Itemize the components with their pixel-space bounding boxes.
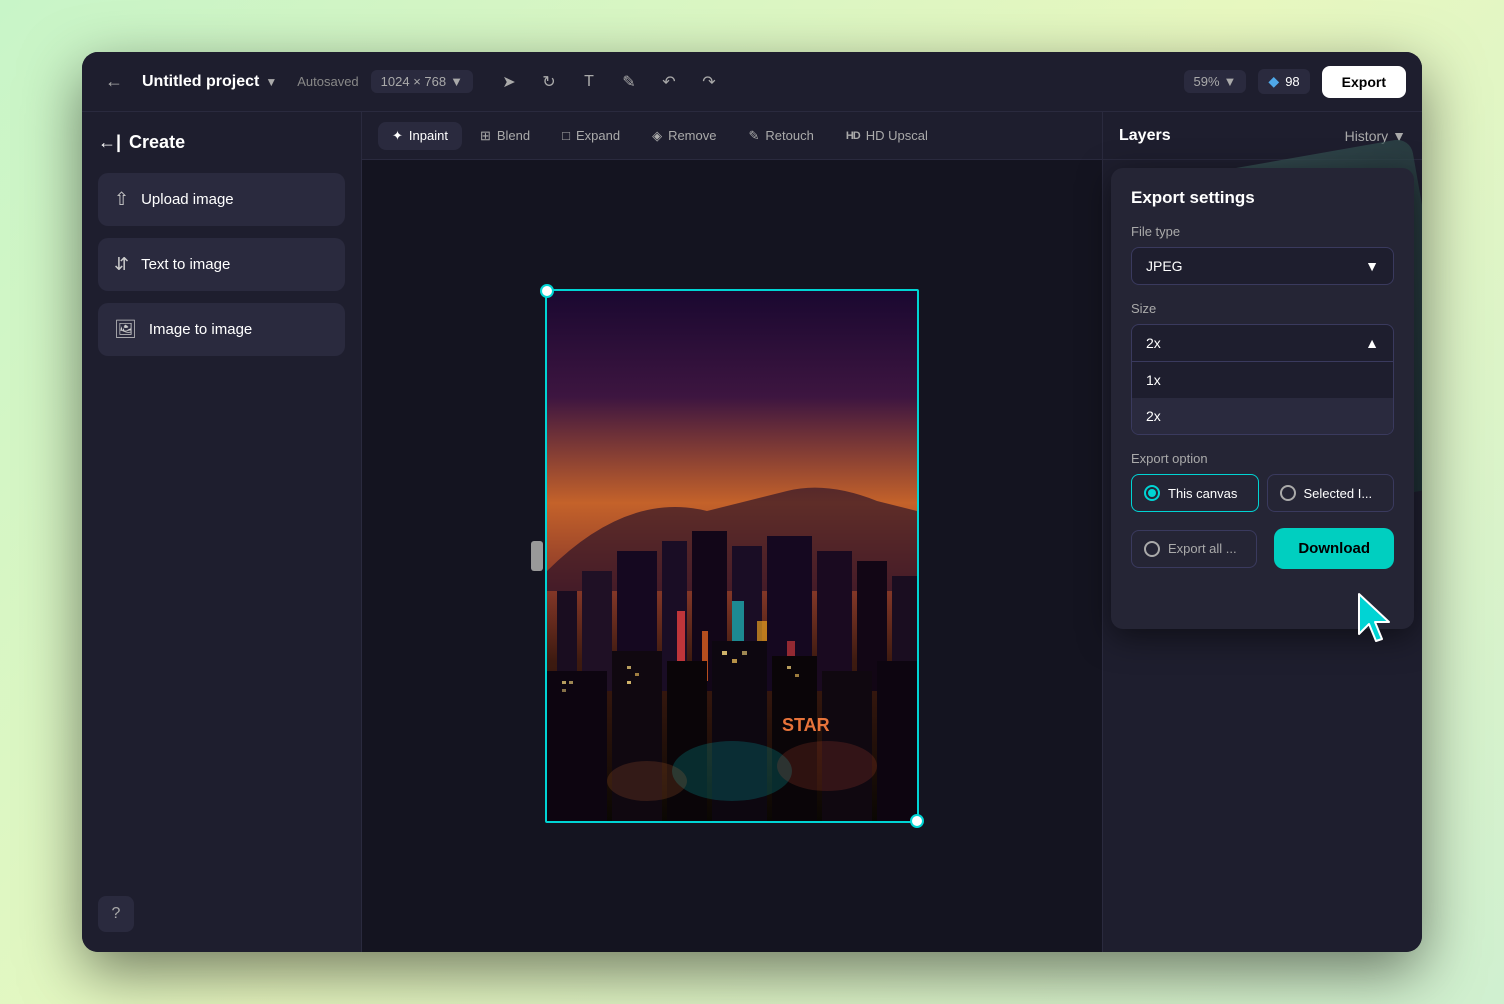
export-bottom-row: Export all ... Download: [1131, 528, 1394, 569]
tab-upscal[interactable]: HD HD Upscal: [832, 122, 942, 149]
text-to-image-icon: ⇵: [114, 254, 129, 275]
text-to-image-button[interactable]: ⇵ Text to image: [98, 238, 345, 291]
this-canvas-radio: [1144, 485, 1160, 501]
export-all-button[interactable]: Export all ...: [1131, 530, 1257, 568]
selected-radio: [1280, 485, 1296, 501]
header: ← Untitled project ▼ Autosaved 1024 × 76…: [82, 52, 1422, 112]
export-settings-popup: Export settings File type JPEG ▼ Size 2x…: [1111, 168, 1414, 629]
this-canvas-button[interactable]: This canvas: [1131, 474, 1259, 512]
body: ←| Create ⇧ Upload image ⇵ Text to image…: [82, 112, 1422, 952]
app-window: ← Untitled project ▼ Autosaved 1024 × 76…: [82, 52, 1422, 952]
main-area: ✦ Inpaint ⊞ Blend □ Expand ◈ Remove ✎: [362, 112, 1102, 952]
size-selected-row[interactable]: 2x ▲: [1132, 325, 1393, 362]
canvas-image-wrapper: STAR: [545, 289, 919, 823]
blend-icon: ⊞: [480, 128, 491, 144]
export-button[interactable]: Export: [1322, 66, 1406, 98]
create-header: ←| Create: [98, 132, 345, 153]
size-dropdown: 2x ▲ 1x 2x: [1131, 324, 1394, 435]
cursor-arrow-icon: [1354, 589, 1404, 649]
canvas-area[interactable]: STAR: [362, 160, 1102, 952]
tab-expand[interactable]: □ Expand: [548, 122, 634, 149]
chevron-down-icon: ▼: [265, 75, 277, 89]
image-to-image-icon: 🖼: [114, 319, 137, 340]
canvas-image: STAR: [547, 291, 917, 821]
export-settings-title: Export settings: [1131, 188, 1394, 208]
pen-tool[interactable]: ✎: [613, 66, 645, 98]
retouch-icon: ✎: [748, 128, 759, 144]
remove-icon: ◈: [652, 128, 662, 144]
credits-badge: ◆ 98: [1258, 69, 1309, 94]
zoom-control[interactable]: 59% ▼: [1184, 70, 1247, 93]
layers-tab[interactable]: Layers: [1119, 127, 1171, 145]
upload-image-button[interactable]: ⇧ Upload image: [98, 173, 345, 226]
select-tool[interactable]: ➤: [493, 66, 525, 98]
mid-handle-left[interactable]: [531, 541, 543, 571]
tab-blend[interactable]: ⊞ Blend: [466, 122, 544, 150]
corner-handle-br[interactable]: [910, 814, 924, 828]
size-label: Size: [1131, 301, 1394, 316]
autosaved-label: Autosaved: [297, 74, 358, 89]
export-all-radio: [1144, 541, 1160, 557]
size-option-1x[interactable]: 1x: [1132, 362, 1393, 398]
corner-handle-tl[interactable]: [540, 284, 554, 298]
right-panel: Layers History ▼ Export settings File ty…: [1102, 112, 1422, 952]
download-button[interactable]: Download: [1274, 528, 1394, 569]
file-type-label: File type: [1131, 224, 1394, 239]
project-title: Untitled project: [142, 73, 259, 91]
rotate-tool[interactable]: ↻: [533, 66, 565, 98]
text-to-image-label: Text to image: [141, 256, 230, 273]
inpaint-icon: ✦: [392, 128, 403, 144]
canvas-size-selector[interactable]: 1024 × 768 ▼: [371, 70, 473, 93]
upload-image-label: Upload image: [141, 191, 234, 208]
hd-icon: HD: [846, 130, 860, 142]
chevron-up-icon: ▲: [1365, 335, 1379, 351]
svg-text:STAR: STAR: [782, 715, 830, 735]
image-to-image-label: Image to image: [149, 321, 252, 338]
file-type-select[interactable]: JPEG ▼: [1131, 247, 1394, 285]
selected-button[interactable]: Selected I...: [1267, 474, 1395, 512]
project-title-group[interactable]: Untitled project ▼: [142, 73, 277, 91]
tab-retouch[interactable]: ✎ Retouch: [734, 122, 827, 150]
expand-icon: □: [562, 128, 570, 143]
radio-dot: [1148, 489, 1156, 497]
upload-icon: ⇧: [114, 189, 129, 210]
chevron-down-icon: ▼: [1365, 258, 1379, 274]
export-options: This canvas Selected I...: [1131, 474, 1394, 512]
sidebar: ←| Create ⇧ Upload image ⇵ Text to image…: [82, 112, 362, 952]
back-button[interactable]: ←: [98, 66, 130, 98]
export-option-label: Export option: [1131, 451, 1394, 466]
city-svg: STAR: [547, 291, 917, 821]
sidebar-bottom: ?: [98, 896, 345, 932]
size-option-2x[interactable]: 2x: [1132, 398, 1393, 434]
back-create-icon: ←|: [98, 132, 121, 153]
tab-inpaint[interactable]: ✦ Inpaint: [378, 122, 462, 150]
top-toolbar: ✦ Inpaint ⊞ Blend □ Expand ◈ Remove ✎: [362, 112, 1102, 160]
toolbar-tools: ➤ ↻ T ✎ ↶ ↷: [493, 66, 725, 98]
tab-remove[interactable]: ◈ Remove: [638, 122, 730, 150]
image-to-image-button[interactable]: 🖼 Image to image: [98, 303, 345, 356]
cursor-area: [1131, 569, 1394, 609]
chevron-down-icon: ▼: [450, 74, 463, 89]
undo-tool[interactable]: ↶: [653, 66, 685, 98]
redo-tool[interactable]: ↷: [693, 66, 725, 98]
create-label: Create: [129, 132, 185, 153]
credits-icon: ◆: [1268, 73, 1279, 90]
text-tool[interactable]: T: [573, 66, 605, 98]
help-button[interactable]: ?: [98, 896, 134, 932]
chevron-down-icon: ▼: [1224, 74, 1237, 89]
